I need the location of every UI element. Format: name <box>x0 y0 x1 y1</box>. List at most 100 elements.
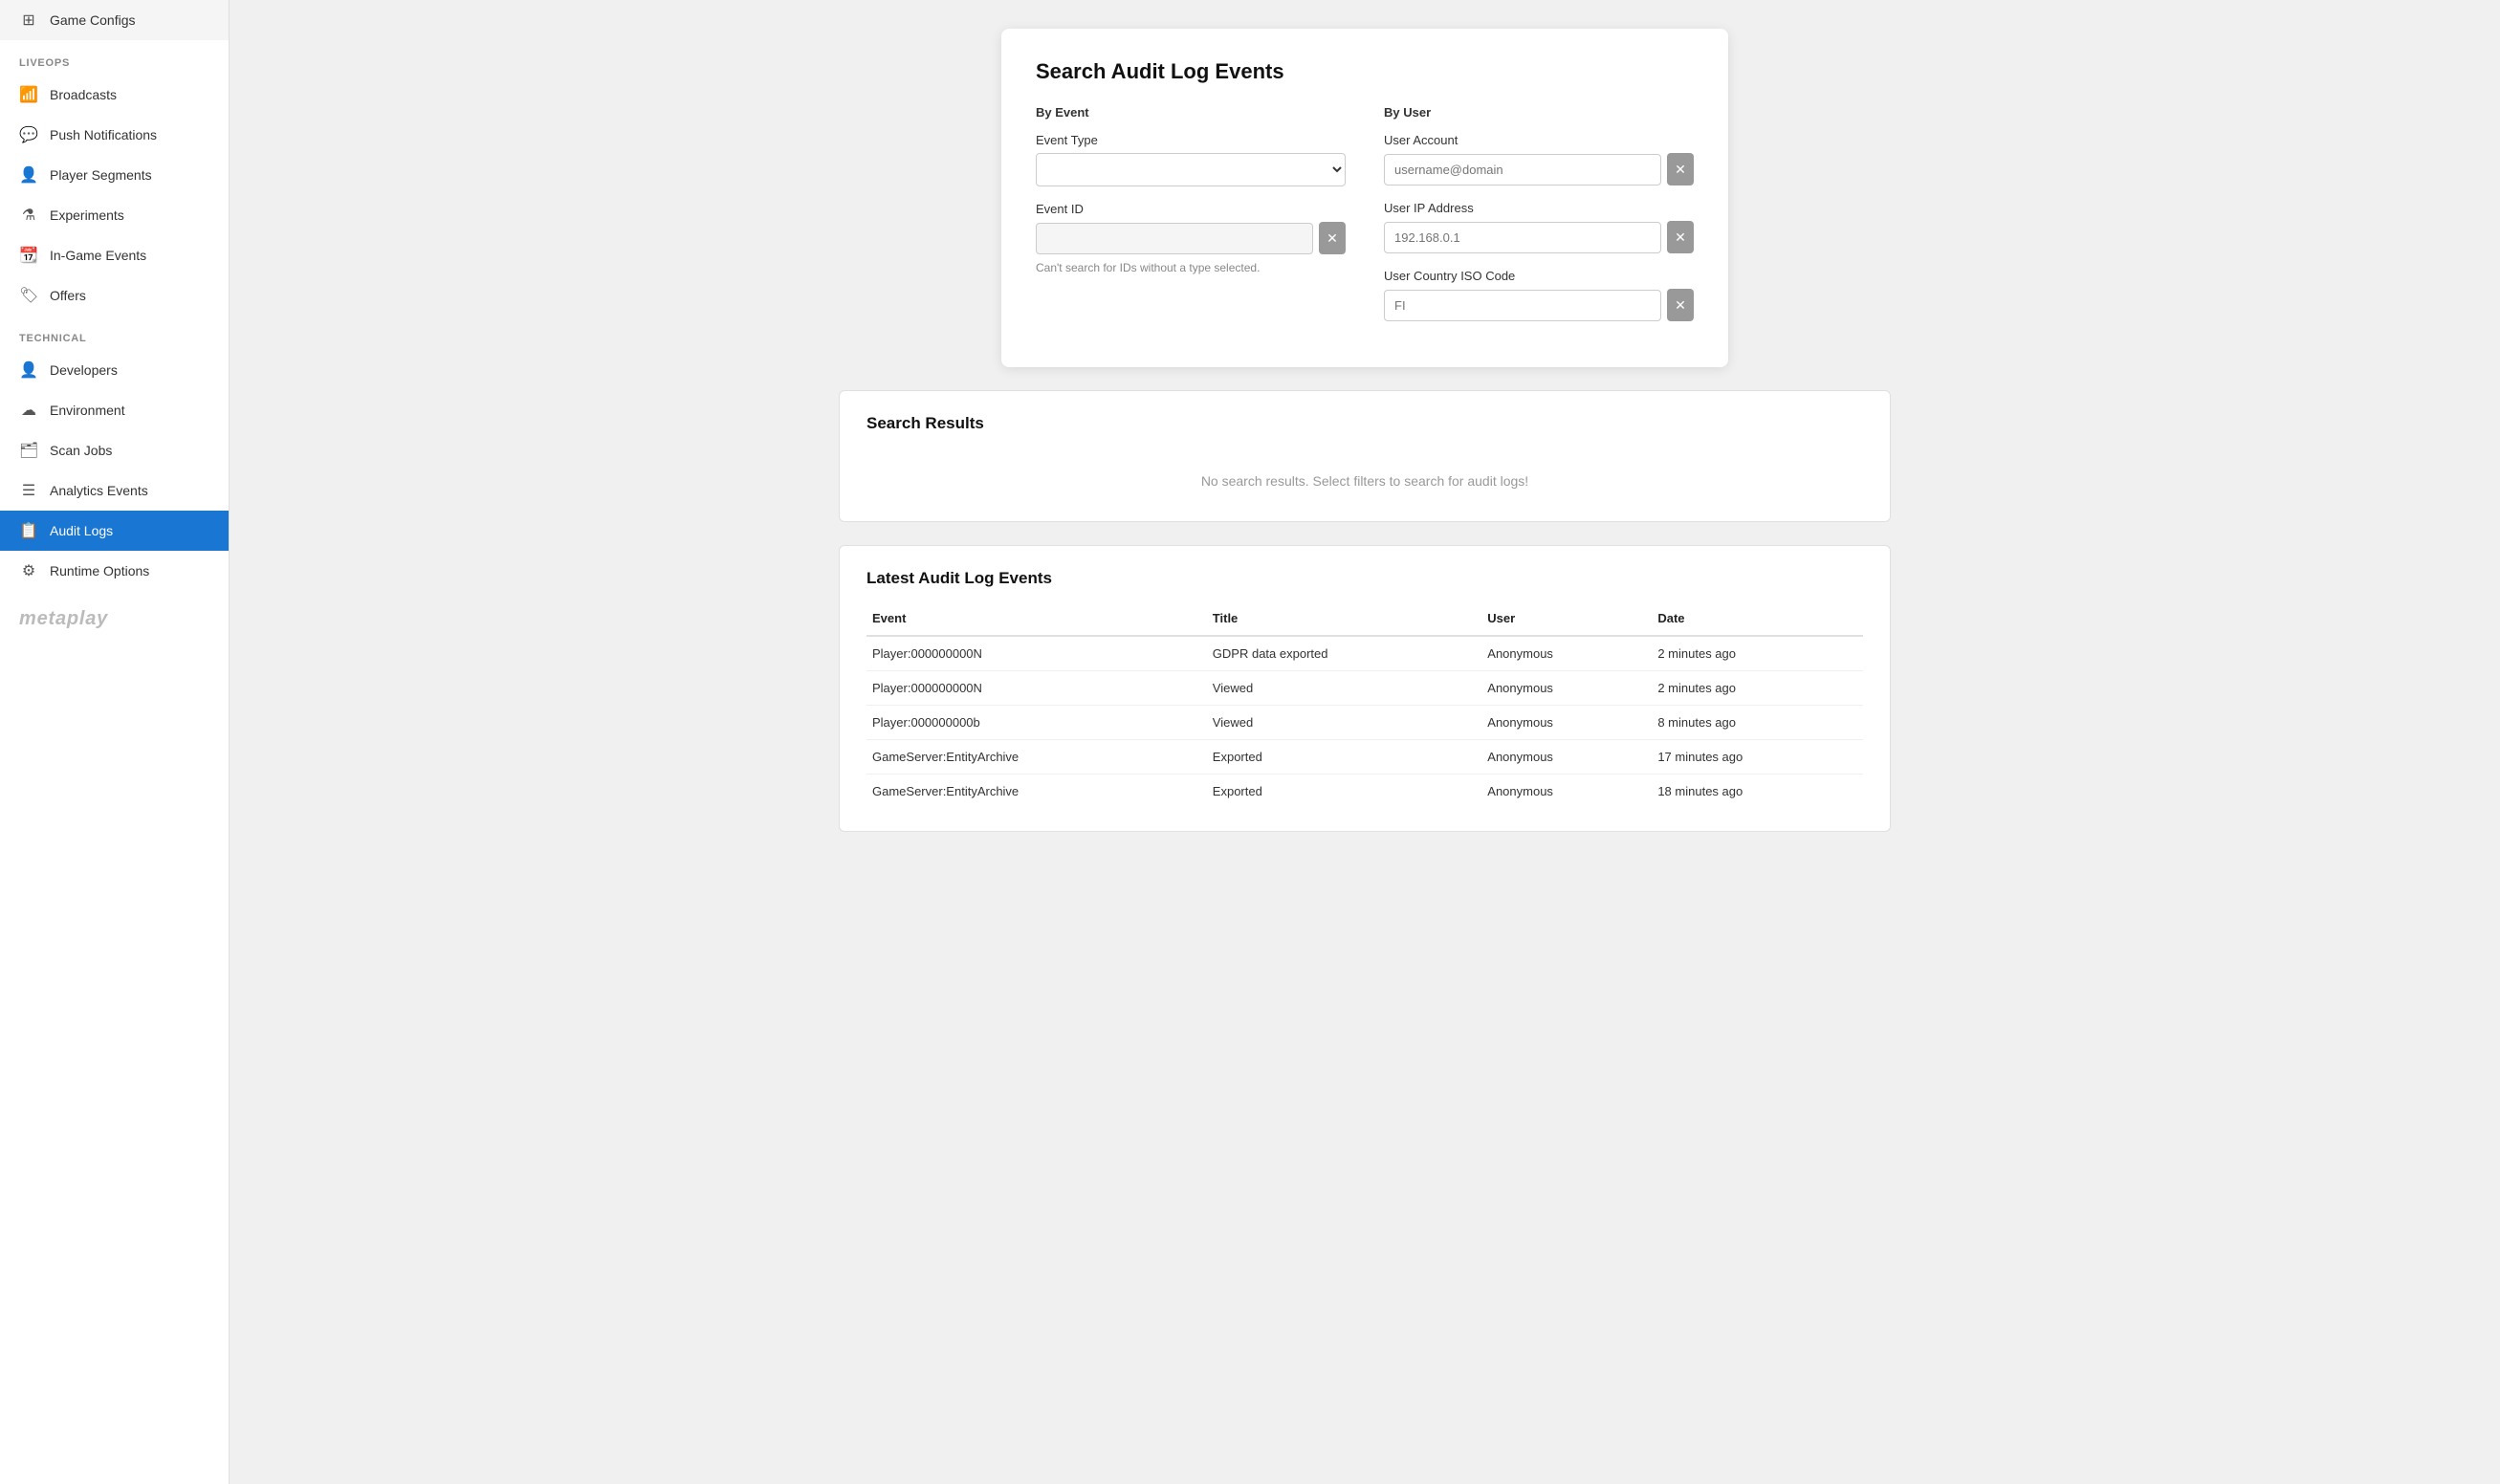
main-content: Search Audit Log Events By Event Event T… <box>230 0 2500 1484</box>
audit-cell-event: Player:000000000b <box>866 706 1207 740</box>
audit-col-date: Date <box>1652 603 1863 636</box>
audit-cell-event: Player:000000000N <box>866 671 1207 706</box>
event-id-input[interactable] <box>1036 223 1313 254</box>
audit-cell-title: Exported <box>1207 740 1481 775</box>
sidebar-item-label-game-configs: Game Configs <box>50 12 135 28</box>
audit-cell-title: Exported <box>1207 775 1481 809</box>
sidebar-section-label-technical: Technical <box>0 316 229 350</box>
sidebar-item-label-runtime-options: Runtime Options <box>50 563 149 578</box>
audit-cell-title: Viewed <box>1207 671 1481 706</box>
user-ip-label: User IP Address <box>1384 201 1694 215</box>
audit-cell-date: 17 minutes ago <box>1652 740 1863 775</box>
sidebar-item-runtime-options[interactable]: ⚙ Runtime Options <box>0 551 229 591</box>
sidebar-item-push-notifications[interactable]: 💬 Push Notifications <box>0 115 229 155</box>
sidebar-section-label-liveops: LiveOps <box>0 40 229 75</box>
audit-cell-event: GameServer:EntityArchive <box>866 775 1207 809</box>
no-results-message: No search results. Select filters to sea… <box>866 450 1863 498</box>
user-ip-field-row: ✕ <box>1384 221 1694 253</box>
sidebar-item-label-in-game-events: In-Game Events <box>50 248 146 263</box>
table-row[interactable]: GameServer:EntityArchiveExportedAnonymou… <box>866 740 1863 775</box>
sidebar-item-label-environment: Environment <box>50 403 125 418</box>
sidebar-item-label-developers: Developers <box>50 362 118 378</box>
sidebar-item-label-scan-jobs: Scan Jobs <box>50 443 112 458</box>
audit-cell-date: 18 minutes ago <box>1652 775 1863 809</box>
sidebar-item-player-segments[interactable]: 👤 Player Segments <box>0 155 229 195</box>
cloud-icon: ☁ <box>19 401 38 420</box>
sidebar-item-label-broadcasts: Broadcasts <box>50 87 117 102</box>
user-country-clear-button[interactable]: ✕ <box>1667 289 1694 321</box>
event-id-field-row: ✕ <box>1036 222 1346 254</box>
search-results-card: Search Results No search results. Select… <box>839 390 1891 522</box>
sidebar-item-in-game-events[interactable]: 📆 In-Game Events <box>0 235 229 275</box>
tag-icon: 🏷 <box>19 286 38 305</box>
person-icon: 👤 <box>19 165 38 185</box>
sidebar-item-label-offers: Offers <box>50 288 86 303</box>
event-id-clear-button[interactable]: ✕ <box>1319 222 1346 254</box>
table-row[interactable]: GameServer:EntityArchiveExportedAnonymou… <box>866 775 1863 809</box>
sidebar-item-offers[interactable]: 🏷 Offers <box>0 275 229 316</box>
audit-cell-title: GDPR data exported <box>1207 636 1481 671</box>
sidebar-item-game-configs[interactable]: ⊞ Game Configs <box>0 0 229 40</box>
list-icon: ☰ <box>19 481 38 500</box>
sidebar-item-label-experiments: Experiments <box>50 207 124 223</box>
event-type-select[interactable] <box>1036 153 1346 186</box>
audit-cell-user: Anonymous <box>1481 636 1652 671</box>
audit-cell-date: 2 minutes ago <box>1652 671 1863 706</box>
sidebar-item-label-analytics-events: Analytics Events <box>50 483 148 498</box>
chat-icon: 💬 <box>19 125 38 144</box>
user-account-label: User Account <box>1384 133 1694 147</box>
audit-cell-date: 8 minutes ago <box>1652 706 1863 740</box>
audit-cell-event: Player:000000000N <box>866 636 1207 671</box>
event-id-label: Event ID <box>1036 202 1346 216</box>
by-user-label: By User <box>1384 105 1694 120</box>
sidebar-item-label-push-notifications: Push Notifications <box>50 127 157 142</box>
user-country-label: User Country ISO Code <box>1384 269 1694 283</box>
table-row[interactable]: Player:000000000NGDPR data exportedAnony… <box>866 636 1863 671</box>
by-event-column: By Event Event Type Event ID ✕ Can't sea… <box>1036 105 1346 337</box>
audit-cell-event: GameServer:EntityArchive <box>866 740 1207 775</box>
table-row[interactable]: Player:000000000NViewedAnonymous2 minute… <box>866 671 1863 706</box>
audit-log-title: Latest Audit Log Events <box>866 569 1863 588</box>
audit-cell-title: Viewed <box>1207 706 1481 740</box>
clipboard-icon: 📋 <box>19 521 38 540</box>
sidebar-logo: metaplay <box>0 591 229 640</box>
audit-cell-user: Anonymous <box>1481 671 1652 706</box>
user-country-input[interactable] <box>1384 290 1661 321</box>
sidebar-item-audit-logs[interactable]: 📋 Audit Logs <box>0 511 229 551</box>
search-card: Search Audit Log Events By Event Event T… <box>1001 29 1728 367</box>
sidebar-item-environment[interactable]: ☁ Environment <box>0 390 229 430</box>
event-id-hint: Can't search for IDs without a type sele… <box>1036 260 1346 276</box>
user-ip-clear-button[interactable]: ✕ <box>1667 221 1694 253</box>
event-type-label: Event Type <box>1036 133 1346 147</box>
event-type-field-row <box>1036 153 1346 186</box>
audit-col-title: Title <box>1207 603 1481 636</box>
grid-icon: ⊞ <box>19 11 38 30</box>
sidebar-item-scan-jobs[interactable]: 🗂 Scan Jobs <box>0 430 229 470</box>
broadcast-icon: 📶 <box>19 85 38 104</box>
settings-icon: ⚙ <box>19 561 38 580</box>
by-user-column: By User User Account ✕ User IP Address ✕… <box>1384 105 1694 337</box>
search-title: Search Audit Log Events <box>1036 59 1694 84</box>
user-ip-input[interactable] <box>1384 222 1661 253</box>
sidebar-item-broadcasts[interactable]: 📶 Broadcasts <box>0 75 229 115</box>
person-icon: 👤 <box>19 360 38 380</box>
user-account-clear-button[interactable]: ✕ <box>1667 153 1694 186</box>
sidebar-item-experiments[interactable]: ⚗ Experiments <box>0 195 229 235</box>
audit-cell-user: Anonymous <box>1481 706 1652 740</box>
briefcase-icon: 🗂 <box>19 441 38 460</box>
sidebar: ⊞ Game Configs LiveOps 📶 Broadcasts 💬 Push Not… <box>0 0 230 1484</box>
audit-cell-user: Anonymous <box>1481 775 1652 809</box>
user-country-field-row: ✕ <box>1384 289 1694 321</box>
user-account-input[interactable] <box>1384 154 1661 186</box>
sidebar-item-analytics-events[interactable]: ☰ Analytics Events <box>0 470 229 511</box>
audit-log-card: Latest Audit Log Events EventTitleUserDa… <box>839 545 1891 832</box>
calendar-icon: 📆 <box>19 246 38 265</box>
table-row[interactable]: Player:000000000bViewedAnonymous8 minute… <box>866 706 1863 740</box>
sidebar-item-label-audit-logs: Audit Logs <box>50 523 113 538</box>
sidebar-item-label-player-segments: Player Segments <box>50 167 152 183</box>
flask-icon: ⚗ <box>19 206 38 225</box>
sidebar-item-developers[interactable]: 👤 Developers <box>0 350 229 390</box>
audit-cell-date: 2 minutes ago <box>1652 636 1863 671</box>
audit-col-user: User <box>1481 603 1652 636</box>
audit-cell-user: Anonymous <box>1481 740 1652 775</box>
